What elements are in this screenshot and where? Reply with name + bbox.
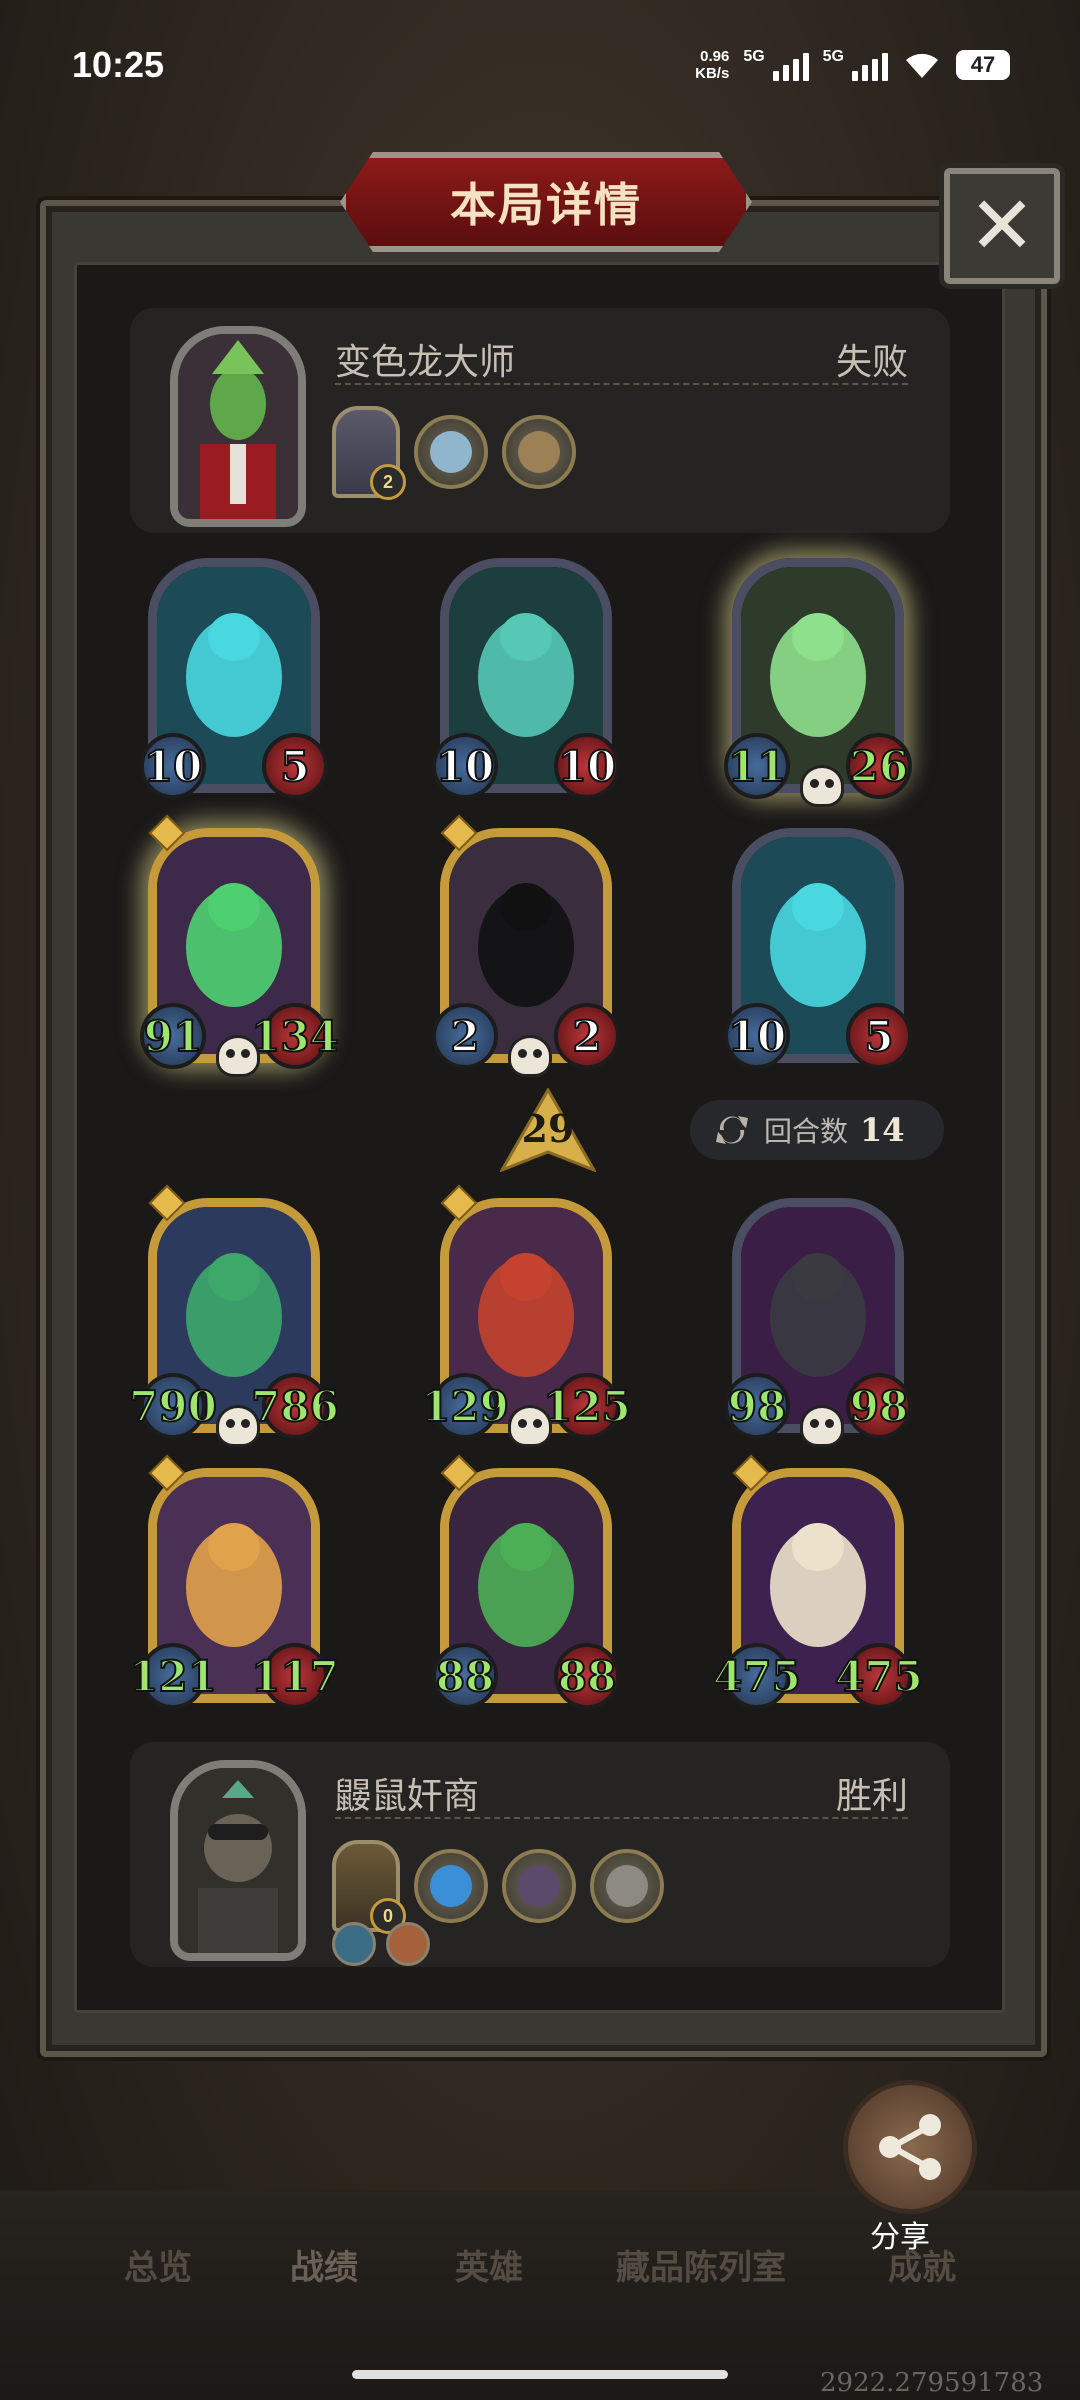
skull-icon xyxy=(216,1035,260,1077)
player-items: 0 xyxy=(332,1840,664,1934)
dialog-title: 本局详情 xyxy=(450,179,642,231)
player-panel: 鼹鼠奸商 胜利 0 xyxy=(130,1742,950,1967)
trinket-icon[interactable] xyxy=(590,1849,664,1923)
minion-health: 117 xyxy=(250,1643,340,1709)
minion-card[interactable]: 10 5 xyxy=(140,558,328,799)
status-time: 10:25 xyxy=(72,44,165,85)
minion-attack: 2 xyxy=(432,1003,498,1069)
buff-icon[interactable] xyxy=(332,1922,376,1966)
opponent-panel: 变色龙大师 失败 2 xyxy=(130,308,950,533)
close-button[interactable]: ✕ xyxy=(944,168,1060,284)
sim2-label: 5G xyxy=(822,48,844,65)
minion-card[interactable]: 11 26 xyxy=(724,558,912,807)
skull-icon xyxy=(216,1405,260,1447)
tavern-tier-badge: 29 xyxy=(500,1088,596,1172)
minion-health: 475 xyxy=(834,1643,924,1709)
minion-health: 134 xyxy=(250,1003,340,1069)
minion-attack: 98 xyxy=(724,1373,790,1439)
opponent-result: 失败 xyxy=(835,341,908,382)
minion-card[interactable]: 790 786 xyxy=(128,1184,340,1447)
skull-icon xyxy=(800,1405,844,1447)
divider xyxy=(335,383,908,385)
tab-overview[interactable]: 总览 xyxy=(124,2240,192,2289)
divider xyxy=(335,1817,908,1819)
tab-heroes[interactable]: 英雄 xyxy=(455,2240,523,2289)
opponent-items: 2 xyxy=(332,406,576,500)
turn-counter: 回合数 14 xyxy=(690,1100,944,1160)
net-speed-value: 0.96 xyxy=(700,48,730,65)
minion-attack: 475 xyxy=(712,1643,802,1709)
minion-attack: 10 xyxy=(432,733,498,799)
minion-attack: 88 xyxy=(432,1643,498,1709)
minion-attack: 121 xyxy=(128,1643,218,1709)
minion-health: 2 xyxy=(554,1003,620,1069)
turn-label: 回合数 xyxy=(764,1116,849,1147)
minion-health: 88 xyxy=(554,1643,620,1709)
skull-icon xyxy=(800,765,844,807)
player-buffs xyxy=(332,1922,430,1966)
trinket-icon[interactable] xyxy=(414,415,488,489)
minion-attack: 129 xyxy=(420,1373,510,1439)
tab-collection[interactable]: 藏品陈列室 xyxy=(616,2240,786,2289)
minion-health: 26 xyxy=(846,733,912,799)
close-icon: ✕ xyxy=(968,181,1036,270)
dialog-title-plate: 本局详情 xyxy=(340,152,752,252)
status-icons: 0.96 KB/s 5G 5G 47 xyxy=(695,48,1010,82)
share-label: 分享 xyxy=(870,2221,930,2254)
trinket-icon[interactable] xyxy=(414,1849,488,1923)
sim1-label: 5G xyxy=(743,48,765,65)
skull-icon xyxy=(508,1405,552,1447)
home-indicator[interactable] xyxy=(352,2370,728,2379)
buff-icon[interactable] xyxy=(386,1922,430,1966)
minion-card[interactable]: 121 117 xyxy=(128,1454,340,1709)
wifi-icon xyxy=(902,50,942,80)
share-icon xyxy=(879,2114,941,2180)
minion-health: 786 xyxy=(250,1373,340,1439)
refresh-icon xyxy=(716,1116,748,1144)
trinket-icon[interactable] xyxy=(502,1849,576,1923)
player-avatar[interactable] xyxy=(170,1760,306,1961)
battery-icon: 47 xyxy=(956,50,1010,80)
minion-health: 5 xyxy=(262,733,328,799)
trinket-icon[interactable] xyxy=(502,415,576,489)
watermark-text: 2922.279591783 xyxy=(820,2368,1044,2398)
card-count-badge: 2 xyxy=(370,464,406,500)
minion-card[interactable]: 91 134 xyxy=(140,814,340,1077)
minion-attack: 11 xyxy=(724,733,790,799)
player-result: 胜利 xyxy=(835,1775,908,1816)
minion-card[interactable]: 88 88 xyxy=(432,1454,620,1709)
tavern-tier-value: 29 xyxy=(521,1106,575,1151)
minion-card[interactable]: 10 5 xyxy=(724,828,912,1069)
minion-attack: 10 xyxy=(724,1003,790,1069)
signal-icon-2 xyxy=(852,49,888,81)
signal-icon xyxy=(772,49,809,81)
status-bar: 10:25 0.96 KB/s 5G 5G 47 xyxy=(0,0,1080,120)
minion-card[interactable]: 129 125 xyxy=(420,1184,632,1447)
opponent-avatar[interactable] xyxy=(170,326,306,527)
net-speed-unit: KB/s xyxy=(695,65,730,82)
skull-icon xyxy=(508,1035,552,1077)
share-button[interactable] xyxy=(843,2080,977,2214)
minion-health: 5 xyxy=(846,1003,912,1069)
minion-attack: 790 xyxy=(128,1373,218,1439)
opponent-name: 变色龙大师 xyxy=(335,341,516,382)
minion-health: 10 xyxy=(554,733,620,799)
minion-attack: 91 xyxy=(140,1003,206,1069)
minion-card[interactable]: 10 10 xyxy=(432,558,620,799)
turn-value: 14 xyxy=(860,1111,905,1149)
minion-card[interactable]: 475 475 xyxy=(712,1454,924,1709)
minion-attack: 10 xyxy=(140,733,206,799)
minion-card[interactable]: 22 xyxy=(432,814,620,1077)
minion-health: 125 xyxy=(542,1373,632,1439)
minion-health: 98 xyxy=(846,1373,912,1439)
player-name: 鼹鼠奸商 xyxy=(335,1775,480,1816)
hero-power-card[interactable]: 2 xyxy=(332,406,406,500)
minion-card[interactable]: 98 98 xyxy=(724,1198,912,1447)
tab-records[interactable]: 战绩 xyxy=(290,2240,358,2289)
net-speed: 0.96 KB/s xyxy=(695,48,729,82)
hero-power-card[interactable]: 0 xyxy=(332,1840,406,1934)
